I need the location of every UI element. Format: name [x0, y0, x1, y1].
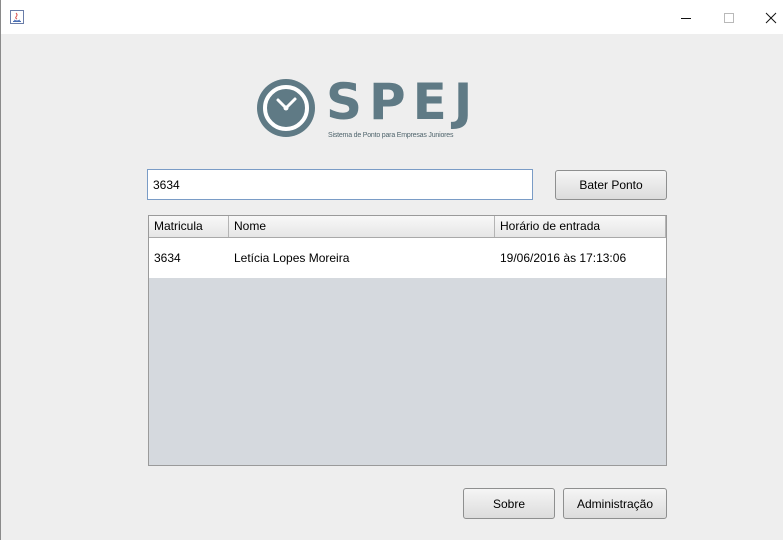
table-header: Matricula Nome Horário de entrada — [149, 216, 666, 238]
clock-in-button[interactable]: Bater Ponto — [555, 170, 667, 200]
cell-entry-time: 19/06/2016 às 17:13:06 — [500, 251, 627, 265]
logo-tagline: Sistema de Ponto para Empresas Juniores — [328, 132, 454, 139]
column-header-registration[interactable]: Matricula — [149, 216, 229, 237]
spej-logo: SPEJ Sistema de Ponto para Empresas Juni… — [256, 74, 491, 150]
registration-number-input[interactable] — [147, 169, 533, 200]
about-button[interactable]: Sobre — [463, 488, 555, 519]
title-bar — [1, 0, 783, 34]
app-window: SPEJ Sistema de Ponto para Empresas Juni… — [0, 0, 783, 540]
logo-wordmark: SPEJ — [326, 73, 480, 131]
administration-button[interactable]: Administração — [563, 488, 667, 519]
minimize-button[interactable] — [676, 10, 696, 26]
java-app-icon[interactable] — [10, 10, 24, 24]
table-row[interactable]: 3634 Letícia Lopes Moreira 19/06/2016 às… — [149, 238, 666, 278]
cell-name: Letícia Lopes Moreira — [234, 251, 350, 265]
attendance-table[interactable]: Matricula Nome Horário de entrada 3634 L… — [148, 215, 667, 466]
table-body: 3634 Letícia Lopes Moreira 19/06/2016 às… — [149, 238, 666, 278]
maximize-button[interactable] — [719, 10, 739, 26]
cell-registration: 3634 — [154, 251, 181, 265]
close-button[interactable] — [761, 10, 781, 26]
column-header-entry-time[interactable]: Horário de entrada — [495, 216, 666, 237]
clock-icon — [257, 79, 315, 137]
column-header-name[interactable]: Nome — [229, 216, 495, 237]
